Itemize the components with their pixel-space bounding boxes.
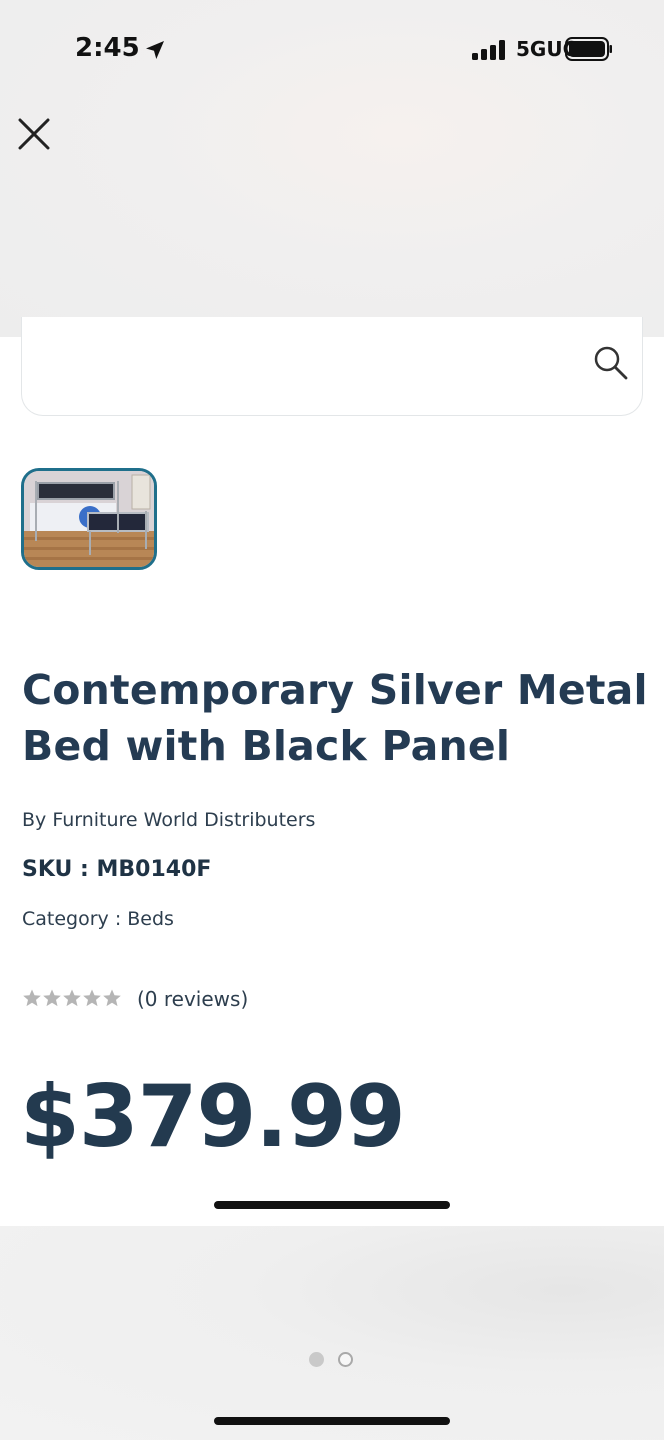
signal-bars-icon: [472, 40, 505, 60]
overlay-header: 2:45 5GUC: [0, 0, 664, 337]
rating-stars: [22, 988, 122, 1010]
star-icon: [63, 989, 81, 1007]
battery-icon: [565, 37, 612, 61]
search-icon[interactable]: [592, 344, 630, 382]
product-sku: SKU : MB0140F: [22, 857, 212, 882]
product-page: Contemporary Silver Metal Bed with Black…: [0, 317, 664, 1226]
overlay-footer: [0, 1226, 664, 1440]
star-icon: [23, 989, 41, 1007]
location-arrow-icon: [146, 41, 164, 59]
search-bar[interactable]: [21, 317, 643, 416]
status-bar: 2:45 5GUC: [0, 0, 664, 100]
carousel-dot-1[interactable]: [309, 1352, 324, 1367]
star-icon: [103, 989, 121, 1007]
product-category[interactable]: Category : Beds: [22, 908, 174, 930]
carousel-dots: [309, 1352, 353, 1367]
reviews-link[interactable]: (0 reviews): [137, 987, 248, 1011]
product-brand[interactable]: By Furniture World Distributers: [22, 809, 315, 831]
product-thumbnail[interactable]: [21, 468, 157, 570]
close-icon[interactable]: [15, 115, 53, 153]
status-time: 2:45: [75, 33, 140, 63]
product-title: Contemporary Silver Metal Bed with Black…: [22, 666, 648, 770]
carousel-dot-2[interactable]: [338, 1352, 353, 1367]
home-indicator: [214, 1417, 450, 1425]
home-indicator: [214, 1201, 450, 1209]
bed-image-icon: [24, 471, 154, 567]
star-icon: [43, 989, 61, 1007]
product-price: $379.99: [20, 1067, 406, 1167]
star-icon: [83, 989, 101, 1007]
